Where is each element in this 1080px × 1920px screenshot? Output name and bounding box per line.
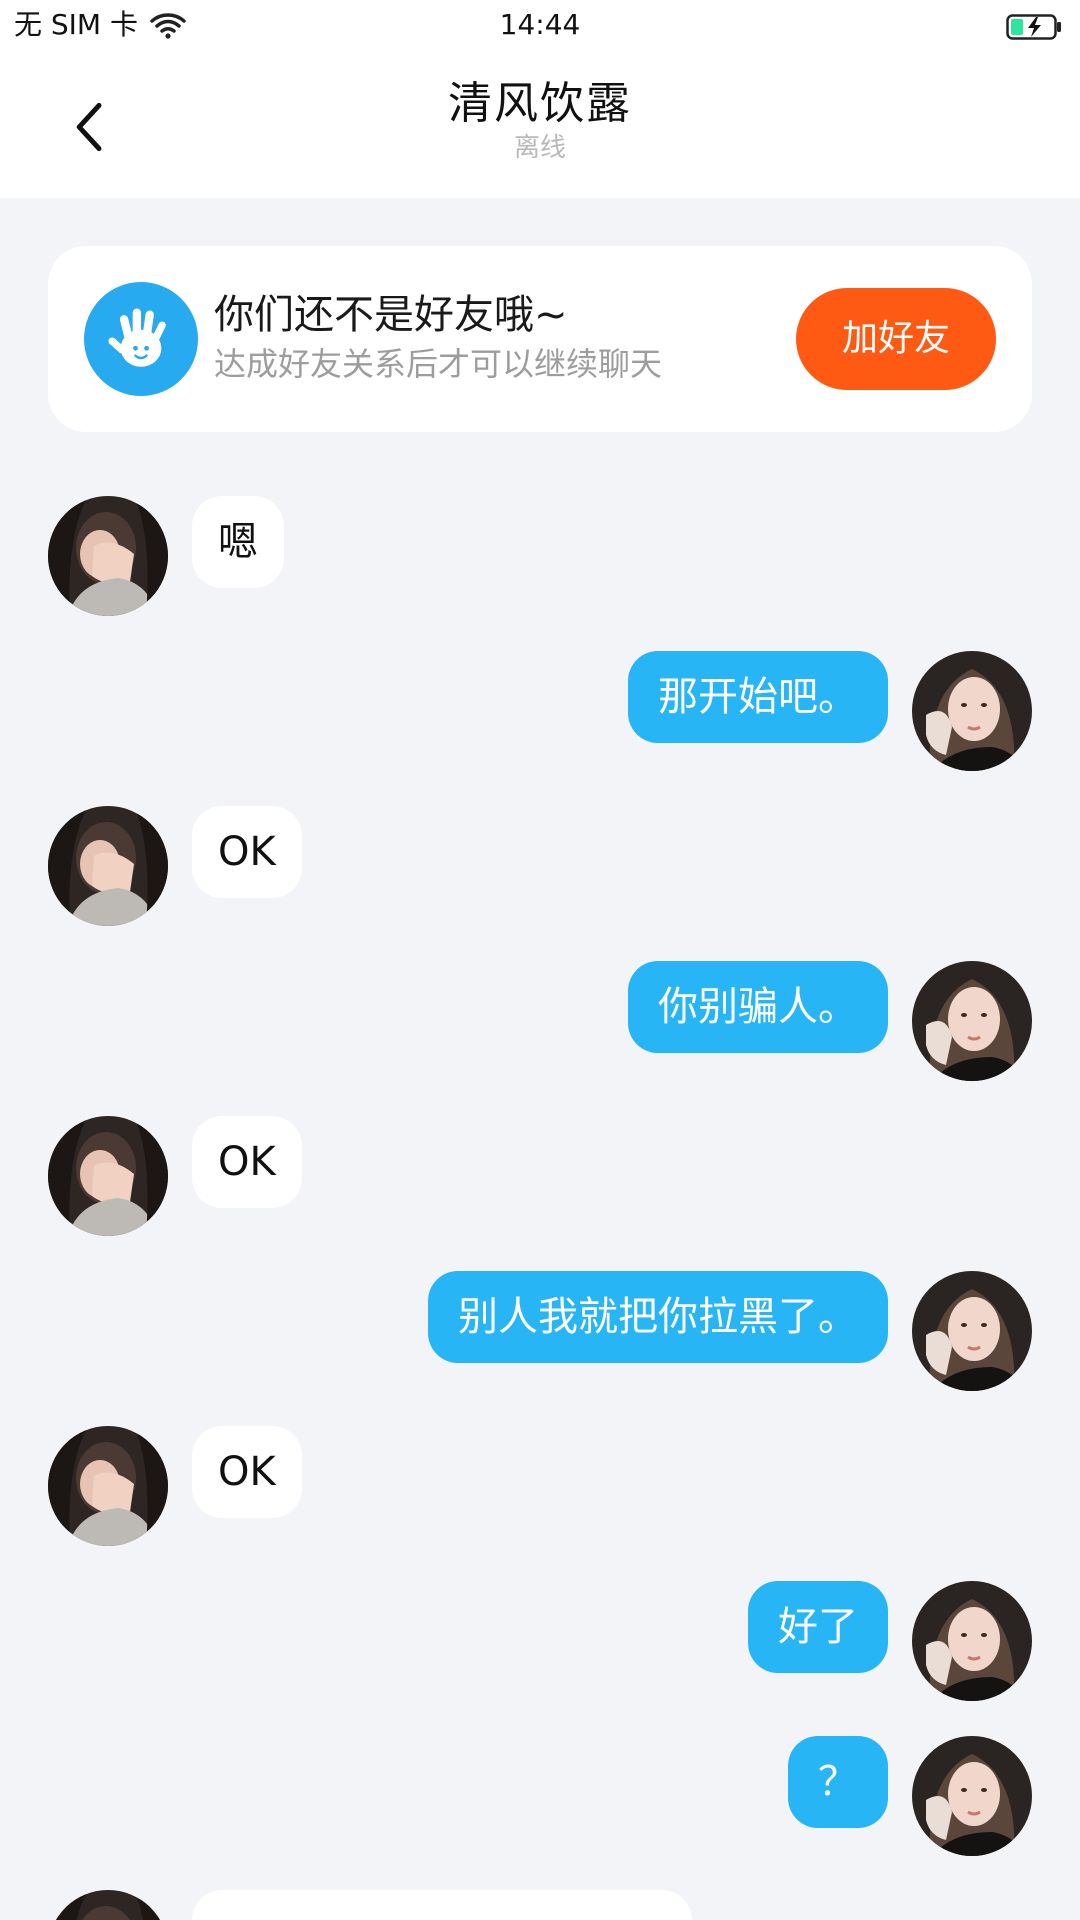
message-sent: 好了: [0, 1581, 1080, 1701]
message-bubble[interactable]: [192, 1890, 692, 1920]
message-bubble[interactable]: OK: [192, 1426, 302, 1518]
message-bubble[interactable]: ？: [788, 1736, 888, 1828]
message-received: OK: [0, 1116, 1080, 1236]
message-bubble[interactable]: 你别骗人。: [628, 961, 888, 1053]
my-avatar[interactable]: [912, 651, 1032, 771]
message-received: 嗯: [0, 496, 1080, 616]
chat-screen: 无 SIM 卡 14:44 清风饮露 离线 你们还不是好友哦~ 达成好友关系后才…: [0, 0, 1080, 1920]
message-received: OK: [0, 806, 1080, 926]
my-avatar[interactable]: [912, 961, 1032, 1081]
message-bubble[interactable]: 好了: [748, 1581, 888, 1673]
contact-avatar[interactable]: [48, 496, 168, 616]
message-sent: 那开始吧。: [0, 651, 1080, 771]
message-list: 嗯 那开始吧。 OK 你别骗人。 OK 别人我就把你拉黑了。 OK 好了 ？: [0, 0, 1080, 1920]
contact-avatar[interactable]: [48, 1426, 168, 1546]
my-avatar[interactable]: [912, 1581, 1032, 1701]
message-sent: 你别骗人。: [0, 961, 1080, 1081]
contact-avatar[interactable]: [48, 1890, 168, 1920]
message-bubble[interactable]: 嗯: [192, 496, 284, 588]
message-bubble[interactable]: OK: [192, 1116, 302, 1208]
message-sent: ？: [0, 1736, 1080, 1856]
message-bubble[interactable]: 别人我就把你拉黑了。: [428, 1271, 888, 1363]
message-sent: 别人我就把你拉黑了。: [0, 1271, 1080, 1391]
message-received: OK: [0, 1426, 1080, 1546]
contact-avatar[interactable]: [48, 1116, 168, 1236]
message-received: [0, 1890, 1080, 1920]
my-avatar[interactable]: [912, 1736, 1032, 1856]
message-bubble[interactable]: OK: [192, 806, 302, 898]
contact-avatar[interactable]: [48, 806, 168, 926]
my-avatar[interactable]: [912, 1271, 1032, 1391]
message-bubble[interactable]: 那开始吧。: [628, 651, 888, 743]
